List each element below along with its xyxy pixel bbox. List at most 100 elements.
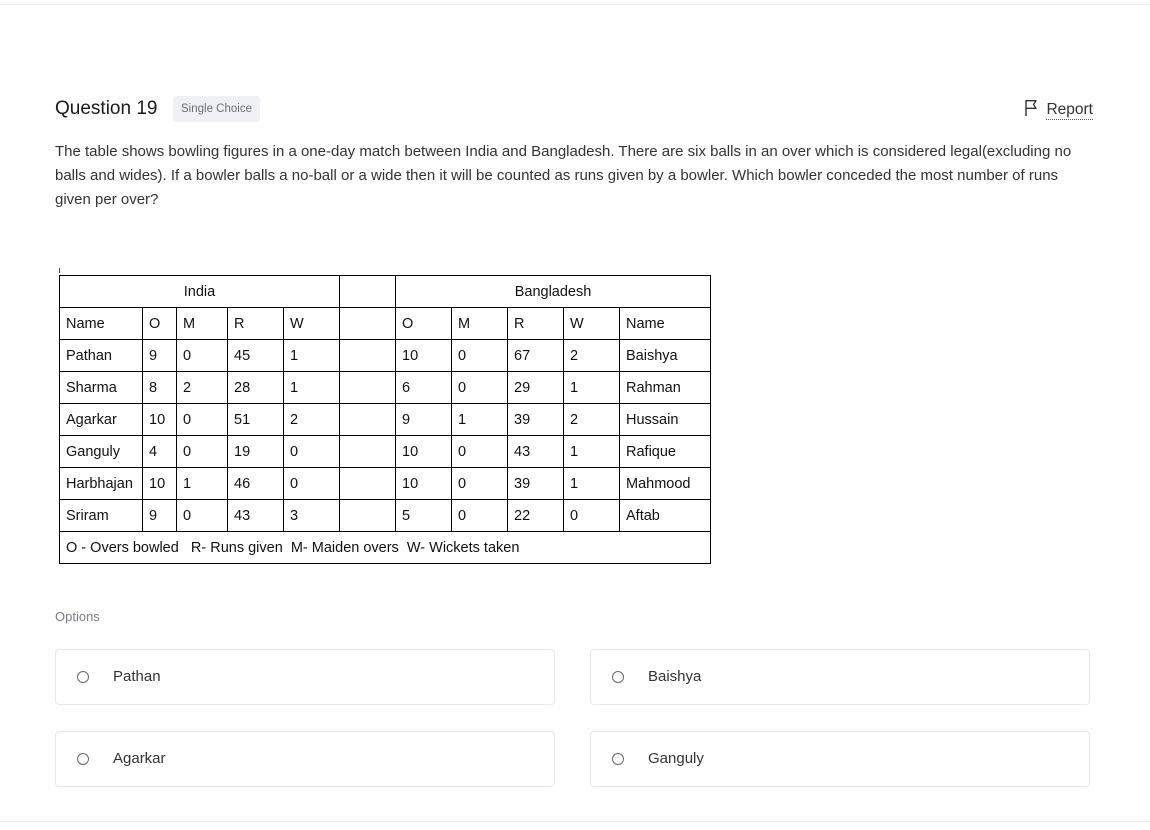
team-name-bangladesh: Bangladesh: [395, 275, 711, 308]
top-divider: [0, 4, 1150, 5]
table-cell: 22: [507, 499, 564, 532]
table-cell: 6: [395, 371, 452, 404]
option-pathan[interactable]: Pathan: [55, 649, 555, 705]
table-cell: 10: [395, 339, 452, 372]
report-button[interactable]: Report: [1024, 99, 1093, 120]
report-label: Report: [1046, 101, 1093, 120]
table-cell: 0: [451, 435, 508, 468]
option-baishya[interactable]: Baishya: [590, 649, 1090, 705]
table-cell: 0: [451, 371, 508, 404]
table-cell: Harbhajan: [59, 467, 143, 500]
table-cell: 45: [227, 339, 284, 372]
table-cell: 9: [395, 403, 452, 436]
table-cell: Agarkar: [59, 403, 143, 436]
options-label: Options: [55, 609, 100, 624]
table-cell: 2: [563, 339, 620, 372]
table-row: Harbhajan 10 1 46 0 10 0 39 1 Mahmood: [59, 467, 711, 500]
radio-button[interactable]: [612, 753, 624, 765]
table-row: Pathan 9 0 45 1 10 0 67 2 Baishya: [59, 339, 711, 372]
column-header: O: [395, 307, 452, 340]
table-cell: 28: [227, 371, 284, 404]
table-row: Sriram 9 0 43 3 5 0 22 0 Aftab: [59, 499, 711, 532]
table-cell: Sharma: [59, 371, 143, 404]
table-cell: 1: [563, 467, 620, 500]
option-label: Ganguly: [648, 750, 704, 767]
team-header-row: India Bangladesh: [59, 275, 711, 308]
option-ganguly[interactable]: Ganguly: [590, 731, 1090, 787]
table-spacer-cell: [339, 435, 396, 468]
radio-button[interactable]: [612, 671, 624, 683]
table-cell: Mahmood: [619, 467, 711, 500]
table-cell: Hussain: [619, 403, 711, 436]
table-cell: 43: [507, 435, 564, 468]
table-cell: 1: [563, 435, 620, 468]
table-body: India Bangladesh Name O M R W O M R W Na…: [59, 275, 711, 564]
table-cell: 1: [451, 403, 508, 436]
table-cell: 5: [395, 499, 452, 532]
team-name-india: India: [59, 275, 340, 308]
column-header: Name: [59, 307, 143, 340]
radio-button[interactable]: [77, 671, 89, 683]
table-cell: Ganguly: [59, 435, 143, 468]
table-cell: 0: [451, 499, 508, 532]
radio-button[interactable]: [77, 753, 89, 765]
column-header-row: Name O M R W O M R W Name: [59, 307, 711, 340]
table-cell: 10: [142, 467, 177, 500]
table-cell: 2: [563, 403, 620, 436]
bowling-figures-table: India Bangladesh Name O M R W O M R W Na…: [59, 275, 711, 564]
table-spacer-cell: [339, 275, 396, 308]
option-agarkar[interactable]: Agarkar: [55, 731, 555, 787]
table-cell: 0: [563, 499, 620, 532]
table-cell: 9: [142, 499, 177, 532]
table-cell: 0: [451, 339, 508, 372]
table-cell: Pathan: [59, 339, 143, 372]
column-header: O: [142, 307, 177, 340]
table-cell: Rahman: [619, 371, 711, 404]
table-cell: 51: [227, 403, 284, 436]
legend-row: O - Overs bowled R- Runs given M- Maiden…: [59, 531, 711, 564]
table-cell: 0: [176, 435, 228, 468]
column-header: R: [227, 307, 284, 340]
column-header: W: [563, 307, 620, 340]
table-cell: 29: [507, 371, 564, 404]
table-cell: 4: [142, 435, 177, 468]
option-label: Pathan: [113, 668, 161, 685]
bottom-divider: [0, 821, 1150, 822]
column-header: W: [283, 307, 340, 340]
question-header: Question 19 Single Choice Report: [55, 96, 1093, 122]
question-type-badge: Single Choice: [173, 96, 260, 122]
option-label: Baishya: [648, 668, 702, 685]
question-title: Question 19: [55, 98, 158, 119]
column-header: M: [176, 307, 228, 340]
table-cell: 2: [176, 371, 228, 404]
table-legend: O - Overs bowled R- Runs given M- Maiden…: [59, 531, 711, 564]
table-spacer-cell: [339, 467, 396, 500]
table-cell: 19: [227, 435, 284, 468]
table-cell: 43: [227, 499, 284, 532]
column-header: R: [507, 307, 564, 340]
table-cell: 0: [283, 435, 340, 468]
table-cell: 0: [176, 499, 228, 532]
table-cell: 9: [142, 339, 177, 372]
table-cell: Baishya: [619, 339, 711, 372]
table-cell: 10: [395, 435, 452, 468]
table-spacer-cell: [339, 371, 396, 404]
question-page: Question 19 Single Choice Report The tab…: [0, 0, 1150, 830]
table-spacer-cell: [339, 403, 396, 436]
table-cell: 1: [283, 339, 340, 372]
table-row: Sharma 8 2 28 1 6 0 29 1 Rahman: [59, 371, 711, 404]
table-spacer-cell: [339, 307, 396, 340]
table-spacer-cell: [339, 339, 396, 372]
table-image-marker: [59, 268, 60, 273]
table-cell: 39: [507, 403, 564, 436]
table-spacer-cell: [339, 499, 396, 532]
table-cell: Sriram: [59, 499, 143, 532]
column-header: M: [451, 307, 508, 340]
table-cell: 39: [507, 467, 564, 500]
table-cell: 1: [563, 371, 620, 404]
table-row: Ganguly 4 0 19 0 10 0 43 1 Rafique: [59, 435, 711, 468]
flag-icon: [1025, 100, 1038, 116]
table-cell: 10: [395, 467, 452, 500]
table-cell: Rafique: [619, 435, 711, 468]
table-cell: 0: [176, 403, 228, 436]
